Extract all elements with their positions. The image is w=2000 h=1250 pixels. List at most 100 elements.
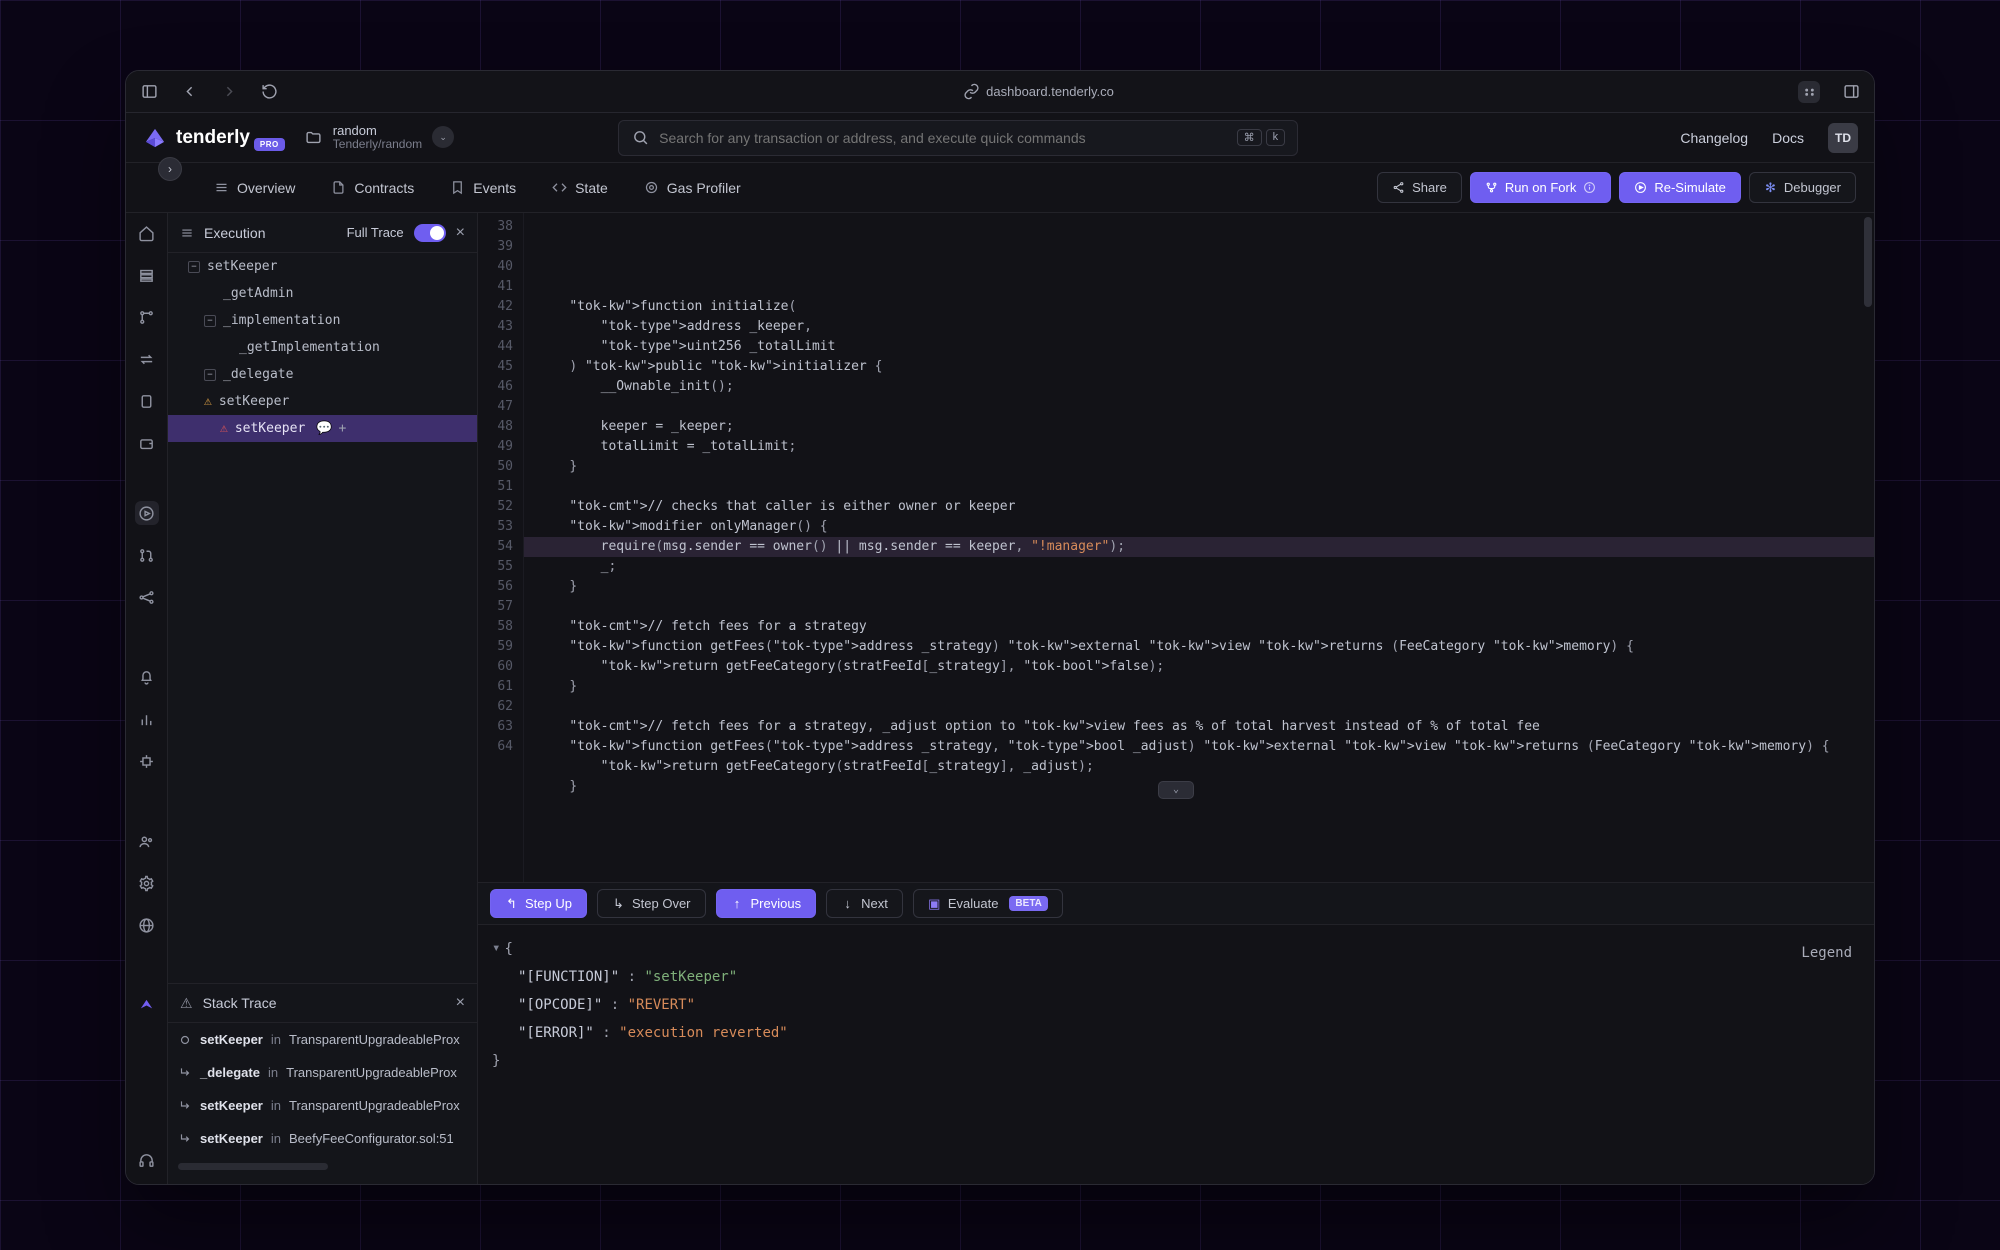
stack-item[interactable]: setKeeper in BeefyFeeConfigurator.sol:51	[168, 1122, 477, 1155]
settings-icon[interactable]	[135, 871, 159, 895]
stack-trace-title: Stack Trace	[203, 995, 277, 1011]
project-name: random	[333, 124, 422, 138]
play-icon[interactable]	[135, 501, 159, 525]
search-bar[interactable]: ⌘ k	[618, 120, 1298, 156]
share-alt-icon[interactable]	[135, 585, 159, 609]
prev-label: Previous	[751, 896, 802, 911]
step-up-button[interactable]: ↰Step Up	[490, 889, 587, 918]
folder-icon	[305, 128, 323, 146]
code-editor[interactable]: 3839404142434445464748495051525354555657…	[478, 213, 1874, 882]
doc-icon[interactable]	[135, 389, 159, 413]
tree-label: setKeeper	[235, 421, 305, 436]
execution-header: Execution Full Trace ×	[168, 213, 477, 253]
json-value: "REVERT"	[628, 997, 695, 1013]
globe-icon[interactable]	[135, 913, 159, 937]
tab-contracts[interactable]: Contracts	[315, 172, 430, 204]
changelog-link[interactable]: Changelog	[1680, 130, 1748, 146]
share-button[interactable]: Share	[1377, 172, 1462, 203]
full-trace-label: Full Trace	[347, 225, 404, 240]
wallet-icon[interactable]	[135, 431, 159, 455]
tree-label: _delegate	[223, 367, 293, 382]
step-over-label: Step Over	[632, 896, 691, 911]
tab-gas-profiler[interactable]: Gas Profiler	[628, 172, 757, 204]
avatar[interactable]: TD	[1828, 123, 1858, 153]
comment-icon[interactable]: 💬	[316, 421, 332, 436]
evaluate-icon: ▣	[928, 897, 941, 910]
step-over-button[interactable]: ↳Step Over	[597, 889, 706, 918]
layers-icon[interactable]	[135, 263, 159, 287]
tab-events-label: Events	[473, 180, 516, 196]
search-input[interactable]	[659, 130, 1227, 146]
line-gutter: 3839404142434445464748495051525354555657…	[478, 213, 524, 882]
link-icon	[962, 83, 980, 101]
warning-icon: ⚠	[204, 394, 212, 409]
tab-state[interactable]: State	[536, 172, 624, 204]
previous-button[interactable]: ↑Previous	[716, 889, 817, 918]
swap-icon[interactable]	[135, 347, 159, 371]
branch-icon[interactable]	[135, 305, 159, 329]
tree-row-getimplementation[interactable]: _getImplementation	[168, 334, 477, 361]
chart-icon[interactable]	[135, 707, 159, 731]
icon-sidebar: ›	[126, 213, 168, 1184]
panel-drag-handle[interactable]: ⌄	[1158, 781, 1194, 799]
bell-icon[interactable]	[135, 665, 159, 689]
reload-icon[interactable]	[260, 83, 278, 101]
share-icon	[1392, 181, 1405, 194]
tree-label: setKeeper	[207, 259, 277, 274]
tab-overview[interactable]: Overview	[198, 172, 311, 204]
docs-link[interactable]: Docs	[1772, 130, 1804, 146]
scrollbar[interactable]	[178, 1163, 328, 1170]
re-simulate-button[interactable]: Re-Simulate	[1619, 172, 1741, 203]
panel-toggle-icon[interactable]	[1842, 83, 1860, 101]
execution-tree: −setKeeper _getAdmin −_implementation _g…	[168, 253, 477, 983]
pull-request-icon[interactable]	[135, 543, 159, 567]
next-label: Next	[861, 896, 888, 911]
step-up-label: Step Up	[525, 896, 572, 911]
sidebar-expand-icon[interactable]: ›	[158, 157, 182, 181]
legend-link[interactable]: Legend	[1801, 939, 1852, 967]
home-icon[interactable]	[135, 221, 159, 245]
beta-badge: BETA	[1009, 896, 1047, 911]
chevron-down-icon[interactable]: ⌄	[432, 126, 454, 148]
code-content: "tok-kw">function initialize( "tok-type"…	[524, 213, 1874, 882]
tree-row-getadmin[interactable]: _getAdmin	[168, 280, 477, 307]
next-button[interactable]: ↓Next	[826, 889, 903, 918]
run-on-fork-button[interactable]: Run on Fork	[1470, 172, 1612, 203]
json-value: "execution reverted"	[619, 1025, 788, 1041]
debugger-button[interactable]: ✻ Debugger	[1749, 172, 1856, 203]
cpu-icon[interactable]	[135, 749, 159, 773]
users-icon[interactable]	[135, 829, 159, 853]
sidebar-toggle-icon[interactable]	[140, 83, 158, 101]
stack-item[interactable]: setKeeper in TransparentUpgradeableProx	[168, 1089, 477, 1122]
project-picker[interactable]: random Tenderly/random ⌄	[305, 124, 454, 151]
tree-row-setkeeper-error[interactable]: ⚠ setKeeper 💬 +	[168, 415, 477, 442]
back-icon[interactable]	[180, 83, 198, 101]
play-circle-icon	[1634, 181, 1647, 194]
extension-icon[interactable]	[1798, 81, 1820, 103]
tab-state-label: State	[575, 180, 608, 196]
url-text[interactable]: dashboard.tenderly.co	[986, 84, 1114, 99]
close-icon[interactable]: ×	[456, 994, 465, 1012]
stack-item[interactable]: setKeeper in TransparentUpgradeableProx	[168, 1023, 477, 1056]
headset-icon[interactable]	[135, 1148, 159, 1172]
tree-row-setkeeper-root[interactable]: −setKeeper	[168, 253, 477, 280]
close-icon[interactable]: ×	[456, 224, 465, 242]
tab-gas-label: Gas Profiler	[667, 180, 741, 196]
scrollbar[interactable]	[1864, 217, 1872, 307]
add-icon[interactable]: +	[338, 421, 346, 436]
tree-row-delegate[interactable]: −_delegate	[168, 361, 477, 388]
tree-row-setkeeper-warn[interactable]: ⚠setKeeper	[168, 388, 477, 415]
tree-row-implementation[interactable]: −_implementation	[168, 307, 477, 334]
evaluate-button[interactable]: ▣EvaluateBETA	[913, 889, 1063, 918]
target-icon	[644, 180, 659, 195]
stack-item[interactable]: _delegate in TransparentUpgradeableProx	[168, 1056, 477, 1089]
tab-events[interactable]: Events	[434, 172, 532, 204]
share-label: Share	[1412, 180, 1447, 195]
tabs-row: Overview Contracts Events State Gas Prof…	[126, 163, 1874, 213]
browser-window: dashboard.tenderly.co tenderly PRO rando…	[125, 70, 1875, 1185]
full-trace-toggle[interactable]	[414, 224, 446, 242]
brand[interactable]: tenderly PRO	[142, 124, 285, 151]
tenderly-mark-icon[interactable]	[135, 993, 159, 1017]
fork-icon	[1485, 181, 1498, 194]
collapse-caret-icon[interactable]: ▾	[492, 934, 500, 962]
